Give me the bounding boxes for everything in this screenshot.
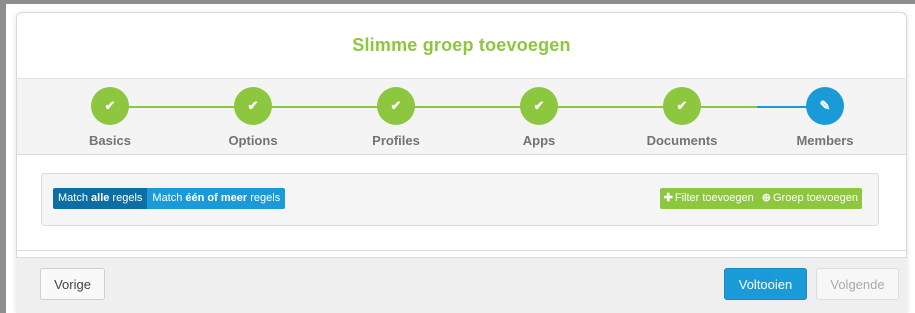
wizard-steps: ✔ Basics ✔ Options ✔ Profiles ✔ Apps ✔ D… bbox=[17, 79, 906, 155]
modal-title: Slimme groep toevoegen bbox=[352, 35, 571, 55]
check-icon: ✔ bbox=[520, 87, 558, 125]
match-all-bold: alle bbox=[91, 192, 110, 204]
plus-icon: ✚ bbox=[663, 192, 673, 204]
match-all-suffix: regels bbox=[109, 192, 143, 204]
finish-button[interactable]: Voltooien bbox=[724, 268, 807, 300]
members-content: Match alle regels Match één of meer rege… bbox=[17, 155, 906, 251]
step-label: Profiles bbox=[372, 133, 420, 148]
match-one-suffix: regels bbox=[247, 192, 281, 204]
step-members[interactable]: ✎ Members bbox=[780, 87, 870, 148]
match-one-or-more-button[interactable]: Match één of meer regels bbox=[147, 188, 286, 209]
match-all-prefix: Match bbox=[58, 192, 92, 204]
rule-actions: ✚ Filter toevoegen ⊕ Groep toevoegen bbox=[659, 188, 862, 209]
previous-button[interactable]: Vorige bbox=[40, 268, 105, 300]
check-icon: ✔ bbox=[377, 87, 415, 125]
step-options[interactable]: ✔ Options bbox=[208, 87, 298, 148]
pencil-icon: ✎ bbox=[806, 87, 844, 125]
step-label: Options bbox=[228, 133, 278, 148]
plus-circle-icon: ⊕ bbox=[761, 192, 771, 204]
check-icon: ✔ bbox=[91, 87, 129, 125]
rules-box: Match alle regels Match één of meer rege… bbox=[41, 173, 879, 226]
match-one-prefix: Match bbox=[152, 192, 186, 204]
step-label: Documents bbox=[646, 133, 718, 148]
match-all-button[interactable]: Match alle regels bbox=[53, 188, 148, 209]
next-button[interactable]: Volgende bbox=[816, 268, 899, 300]
match-one-bold: één of meer bbox=[185, 192, 248, 204]
step-label: Members bbox=[796, 133, 854, 148]
modal-footer: Vorige Voltooien Volgende bbox=[16, 257, 907, 313]
step-label: Apps bbox=[522, 133, 556, 148]
add-filter-label: Filter toevoegen bbox=[674, 192, 754, 204]
add-filter-button[interactable]: ✚ Filter toevoegen bbox=[660, 188, 758, 209]
add-group-button[interactable]: ⊕ Groep toevoegen bbox=[758, 188, 862, 209]
step-basics[interactable]: ✔ Basics bbox=[65, 87, 155, 148]
step-profiles[interactable]: ✔ Profiles bbox=[351, 87, 441, 148]
check-icon: ✔ bbox=[663, 87, 701, 125]
match-mode-toggle: Match alle regels Match één of meer rege… bbox=[53, 188, 286, 209]
modal-header: Slimme groep toevoegen bbox=[17, 13, 906, 79]
step-apps[interactable]: ✔ Apps bbox=[494, 87, 584, 148]
check-icon: ✔ bbox=[234, 87, 272, 125]
step-documents[interactable]: ✔ Documents bbox=[637, 87, 727, 148]
step-label: Basics bbox=[89, 133, 131, 148]
add-group-label: Groep toevoegen bbox=[772, 192, 858, 204]
